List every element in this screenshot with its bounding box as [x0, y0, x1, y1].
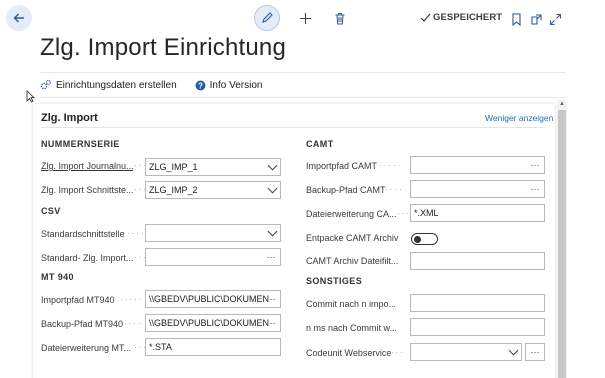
section-camt: CAMT	[306, 139, 334, 149]
bookmark-button[interactable]	[507, 10, 525, 28]
std-interface-field[interactable]	[145, 224, 281, 242]
camt-ext-value: *.XML	[414, 208, 439, 218]
ms-commit-field[interactable]	[410, 318, 545, 336]
ellipsis-button[interactable]: ···	[262, 315, 280, 331]
interface-field-label: Zlg. Import Schnittste...	[41, 185, 133, 195]
expand-icon	[549, 13, 561, 25]
gears-icon	[40, 79, 52, 90]
section-csv: CSV	[41, 206, 61, 216]
show-less-link[interactable]: Weniger anzeigen	[485, 113, 553, 123]
label-dots: ···	[397, 209, 411, 218]
create-setup-label: Einrichtungsdaten erstellen	[56, 79, 177, 91]
codeunit-field[interactable]	[410, 343, 522, 361]
section-mt940: MT 940	[41, 272, 74, 282]
mouse-cursor-icon	[26, 90, 35, 103]
journal-field-value: ZLG_IMP_1	[149, 162, 198, 172]
card-header-divider	[41, 127, 545, 128]
mt940-backup-value: \\GBEDV\PUBLIC\DOKUMEN	[149, 318, 270, 328]
mt940-import-field[interactable]: \\GBEDV\PUBLIC\DOKUMEN ···	[145, 290, 281, 308]
page-title: Zlg. Import Einrichtung	[40, 34, 287, 61]
saved-status: GESPEICHERT	[420, 12, 502, 23]
trash-icon	[335, 12, 345, 24]
actionbar-divider	[40, 97, 566, 98]
action-bar: Einrichtungsdaten erstellen ? Info Versi…	[40, 79, 262, 91]
checkmark-icon	[420, 13, 431, 22]
ellipsis-button[interactable]: ···	[526, 181, 544, 197]
ellipsis-button[interactable]: ···	[526, 157, 544, 173]
info-version-label: Info Version	[209, 79, 263, 91]
chevron-down-icon	[267, 183, 278, 194]
camt-import-field[interactable]: ···	[410, 156, 545, 174]
title-divider	[40, 72, 566, 73]
mt940-backup-label: Backup-Pfad MT940	[41, 319, 124, 329]
ellipsis-button[interactable]: ···	[262, 291, 280, 307]
plus-icon	[299, 12, 311, 24]
commit-field[interactable]	[410, 294, 545, 312]
camt-ext-field[interactable]: *.XML	[410, 204, 545, 222]
help-icon: ?	[195, 80, 206, 90]
ellipsis-button[interactable]: ···	[262, 249, 280, 265]
open-new-window-icon	[530, 13, 542, 25]
card-title: Zlg. Import	[41, 112, 98, 124]
codeunit-label: Codeunit Webservice	[306, 348, 392, 358]
label-dots: ····	[124, 319, 143, 328]
label-dots: ·····	[120, 295, 144, 304]
saved-label: GESPEICHERT	[433, 12, 503, 23]
section-sonstiges: SONSTIGES	[306, 276, 363, 286]
section-nummernserie: NUMMERNSERIE	[41, 139, 120, 149]
camt-archive-filter-field[interactable]	[410, 252, 545, 270]
ms-commit-label: n ms nach Commit w...	[306, 323, 398, 333]
mt940-backup-field[interactable]: \\GBEDV\PUBLIC\DOKUMEN ···	[145, 314, 281, 332]
svg-text:?: ?	[198, 81, 203, 90]
edit-button[interactable]	[254, 5, 280, 31]
add-button[interactable]	[296, 9, 314, 27]
commit-label: Commit nach n impo...	[306, 299, 397, 309]
mt940-ext-label: Dateierweiterung MT...	[41, 343, 132, 353]
mt940-ext-field[interactable]: *.STA	[145, 338, 281, 356]
camt-backup-field[interactable]: ···	[410, 180, 545, 198]
delete-button[interactable]	[331, 9, 349, 27]
std-import-field[interactable]: ···	[145, 248, 281, 266]
toggle-knob	[414, 235, 421, 243]
camt-unpack-toggle[interactable]	[411, 233, 438, 245]
mt940-import-value: \\GBEDV\PUBLIC\DOKUMEN	[149, 294, 270, 304]
camt-unpack-label: Entpacke CAMT Archiv	[306, 233, 399, 243]
interface-field-value: ZLG_IMP_2	[149, 185, 198, 195]
label-dots: ·····	[379, 161, 403, 170]
journal-field[interactable]: ZLG_IMP_1	[145, 158, 281, 176]
label-dots: ···	[391, 348, 405, 357]
chevron-down-icon	[267, 226, 278, 237]
camt-archive-filter-label: CAMT Archiv Dateifilt...	[306, 256, 399, 266]
chevron-down-icon	[508, 345, 519, 356]
scroll-up-arrow-icon[interactable]: ▲	[558, 100, 566, 108]
create-setup-action[interactable]: Einrichtungsdaten erstellen	[40, 79, 177, 91]
std-import-label: Standard- Zlg. Import...	[41, 253, 133, 263]
camt-ext-label: Dateierweiterung CA...	[306, 209, 397, 219]
expand-button[interactable]	[546, 10, 564, 28]
pencil-icon	[262, 12, 273, 23]
back-button[interactable]	[6, 5, 32, 31]
open-new-window-button[interactable]	[527, 10, 545, 28]
info-version-action[interactable]: ? Info Version	[195, 79, 263, 91]
chevron-down-icon	[267, 160, 278, 171]
interface-field[interactable]: ZLG_IMP_2	[145, 181, 281, 199]
mt940-ext-value: *.STA	[149, 342, 172, 352]
label-dots: ····	[385, 185, 404, 194]
ellipsis-icon: ···	[530, 347, 540, 357]
scrollbar-thumb[interactable]	[558, 110, 566, 378]
codeunit-lookup-button[interactable]: ···	[525, 343, 545, 361]
label-dots: ····	[127, 229, 146, 238]
arrow-left-icon	[13, 13, 24, 23]
std-interface-label: Standardschnittstelle	[41, 229, 125, 239]
bookmark-icon	[511, 12, 521, 26]
journal-field-label[interactable]: Zlg. Import Journalnu...	[41, 161, 133, 171]
